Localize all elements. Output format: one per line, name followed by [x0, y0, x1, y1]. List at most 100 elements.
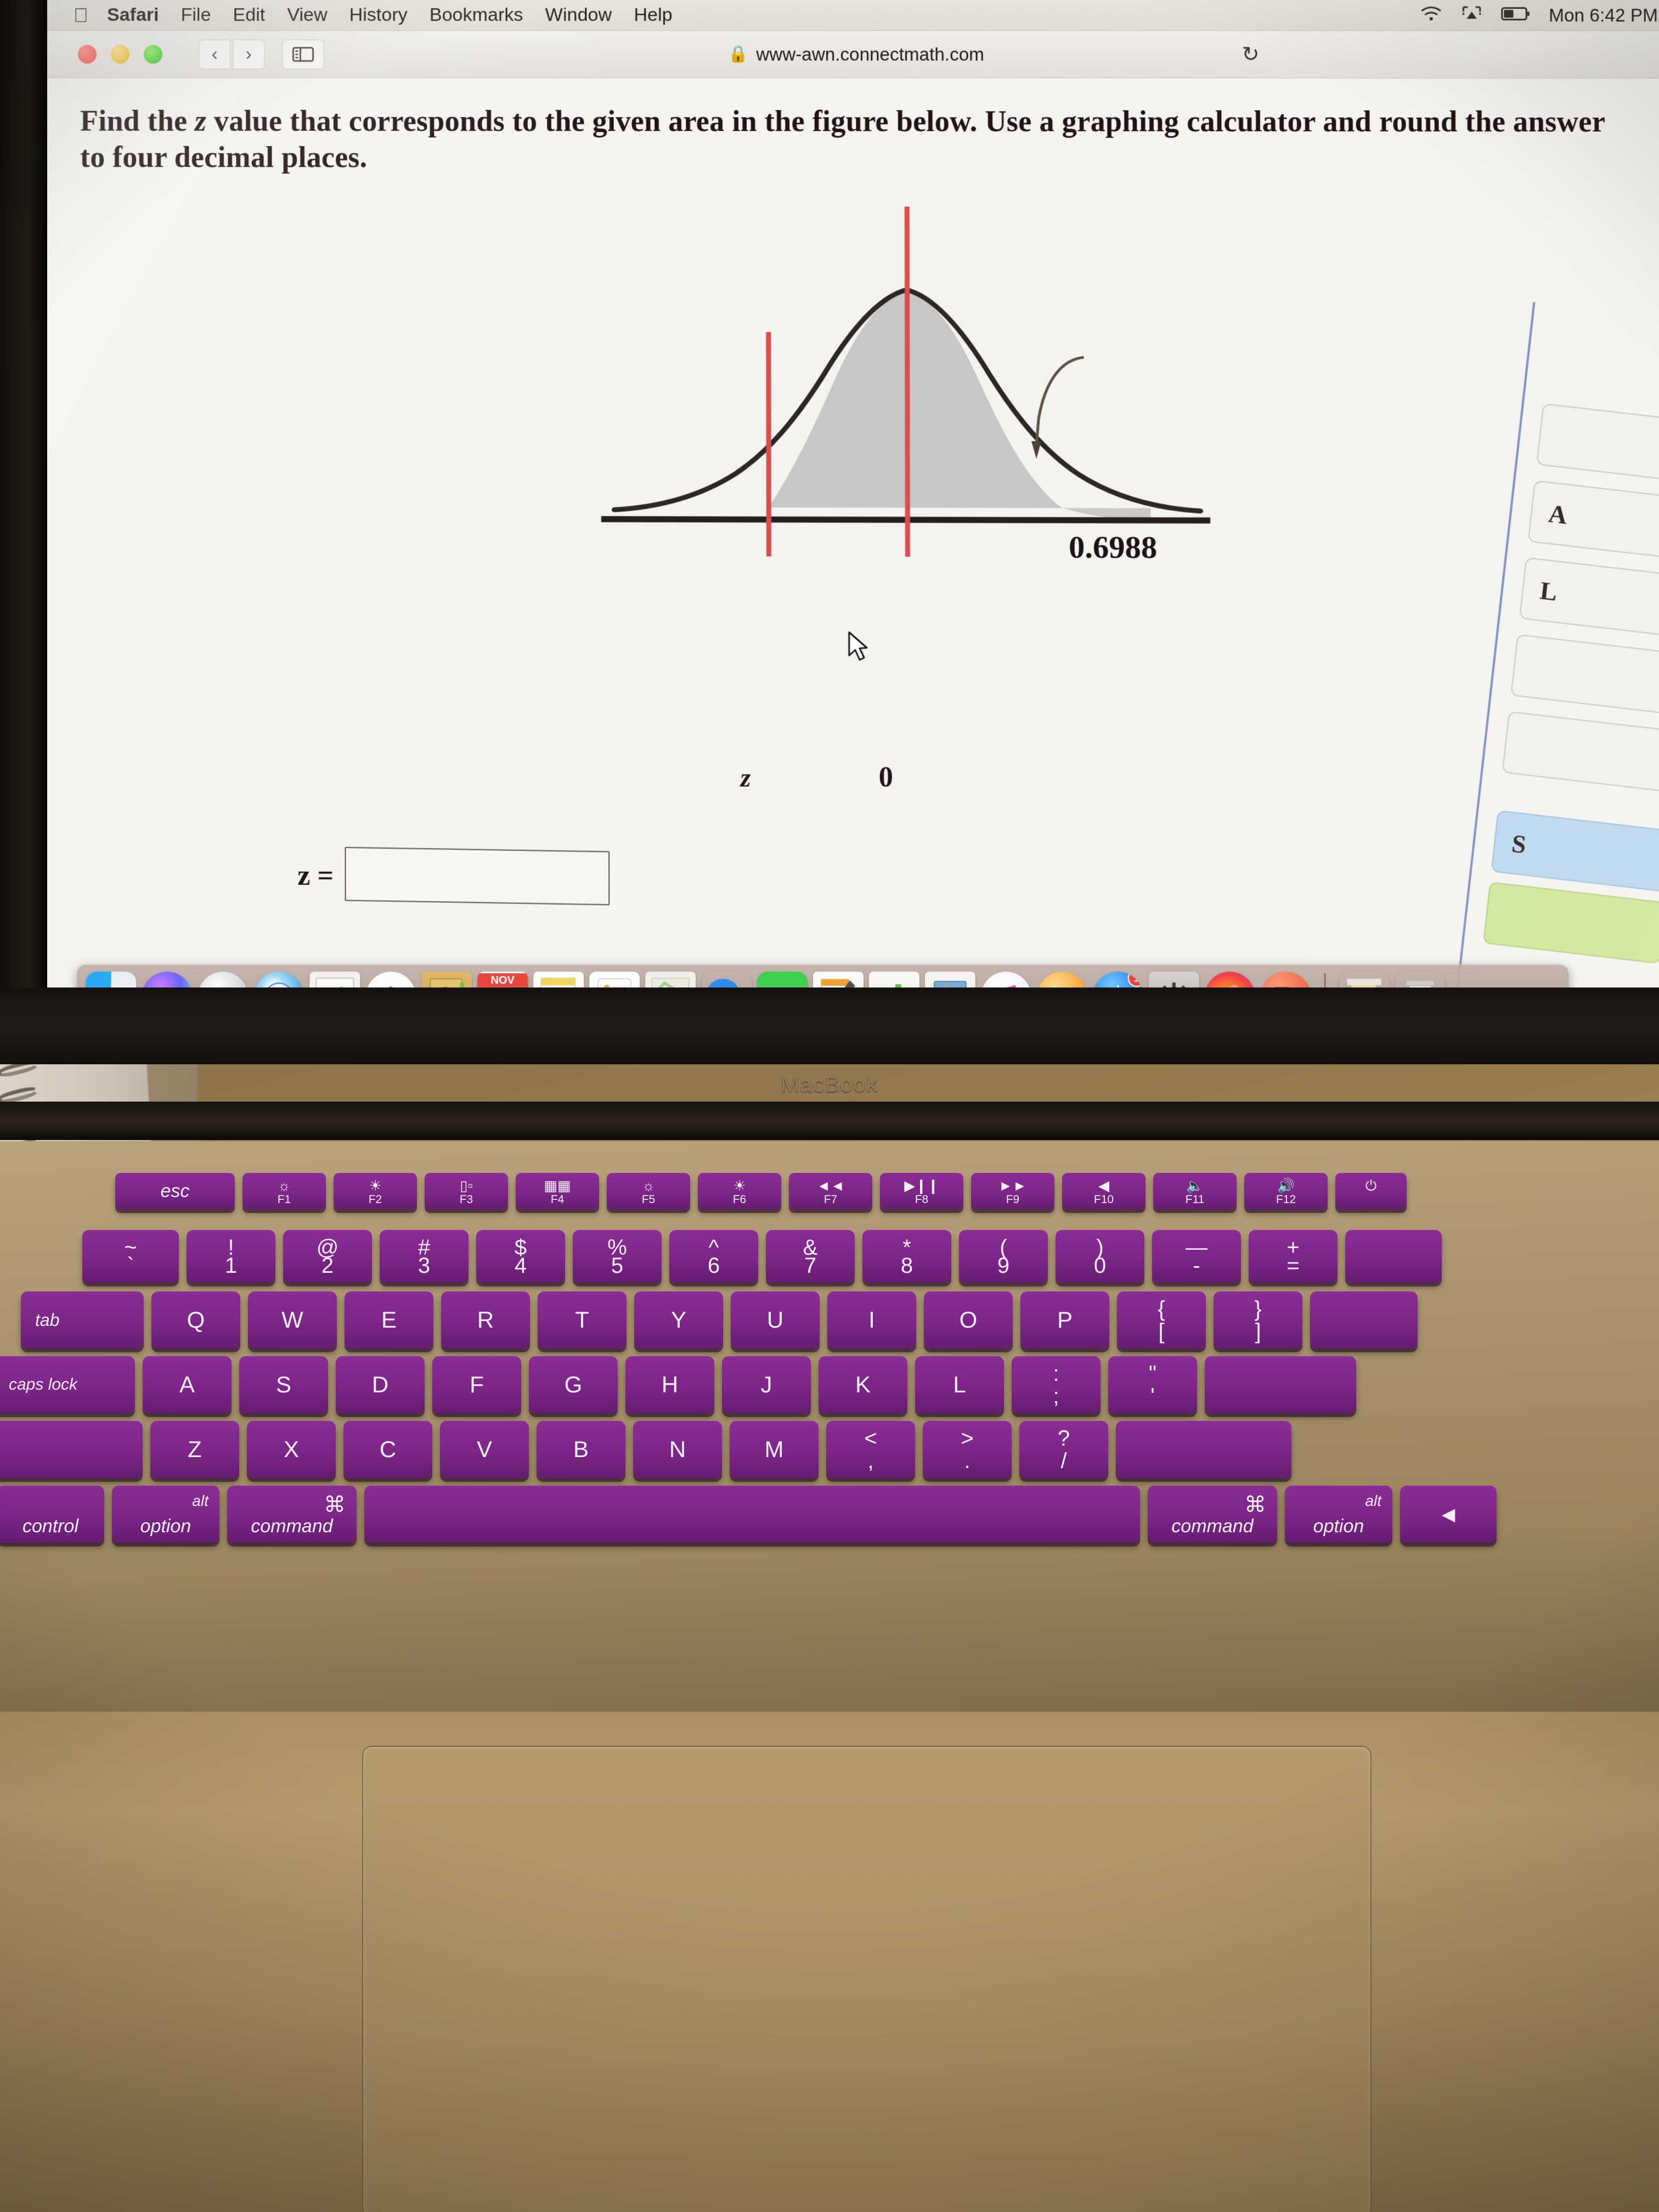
key-delete[interactable]	[1345, 1230, 1442, 1283]
key-i[interactable]: I	[827, 1291, 916, 1348]
menu-item-bookmarks[interactable]: Bookmarks	[430, 4, 523, 26]
key-return[interactable]	[1205, 1356, 1356, 1413]
close-button[interactable]	[78, 44, 97, 64]
key-d[interactable]: D	[336, 1356, 425, 1413]
trackpad[interactable]	[362, 1746, 1372, 2212]
key-space[interactable]	[364, 1486, 1140, 1543]
key-u[interactable]: U	[731, 1291, 820, 1348]
key-6[interactable]: ^ 6	[669, 1230, 758, 1283]
panel-button-1[interactable]	[1536, 403, 1659, 486]
key-comma[interactable]: < ,	[826, 1421, 915, 1478]
key-y[interactable]: Y	[634, 1291, 723, 1348]
key-f2[interactable]: ☀ F2	[334, 1173, 417, 1209]
key-minus[interactable]: — -	[1152, 1230, 1241, 1283]
key-bracket-right[interactable]: } ]	[1214, 1291, 1302, 1348]
key-e[interactable]: E	[345, 1291, 433, 1348]
key-control[interactable]: control	[0, 1486, 104, 1543]
key-f6[interactable]: ☀ F6	[698, 1173, 781, 1209]
key-f4[interactable]: ▦▦ F4	[516, 1173, 599, 1209]
key-f11[interactable]: 🔈 F11	[1153, 1173, 1237, 1209]
address-bar[interactable]: 🔒 www-awn.connectmath.com	[728, 44, 984, 65]
menu-item-edit[interactable]: Edit	[233, 4, 266, 26]
key-f8[interactable]: ▶❙❙ F8	[880, 1173, 963, 1209]
key-f1[interactable]: ☼ F1	[242, 1173, 326, 1209]
key-command-right[interactable]: ⌘ command	[1148, 1486, 1277, 1543]
reload-button[interactable]: ↻	[1242, 42, 1259, 66]
key-f3[interactable]: ▯▫ F3	[425, 1173, 508, 1209]
key-0[interactable]: ) 0	[1056, 1230, 1144, 1283]
battery-icon[interactable]	[1501, 5, 1530, 26]
key-option-left[interactable]: alt option	[112, 1486, 219, 1543]
key-b[interactable]: B	[537, 1421, 625, 1478]
key-f10[interactable]: ◀ F10	[1062, 1173, 1146, 1209]
panel-button-3[interactable]: L	[1519, 557, 1659, 640]
key-8[interactable]: * 8	[862, 1230, 951, 1283]
key-f9[interactable]: ►► F9	[971, 1173, 1054, 1209]
key-option-right[interactable]: alt option	[1285, 1486, 1392, 1543]
menu-item-history[interactable]: History	[349, 4, 408, 26]
zoom-button[interactable]	[144, 44, 163, 64]
panel-button-4[interactable]	[1510, 634, 1659, 716]
key-shift-right[interactable]	[1116, 1421, 1291, 1478]
key-f[interactable]: F	[432, 1356, 521, 1413]
panel-button-7[interactable]	[1482, 881, 1659, 964]
key-bracket-left[interactable]: { [	[1117, 1291, 1206, 1348]
key-9[interactable]: ( 9	[959, 1230, 1048, 1283]
apple-logo-icon[interactable]: 	[74, 4, 88, 27]
key-t[interactable]: T	[538, 1291, 627, 1348]
menu-item-file[interactable]: File	[181, 4, 211, 26]
key-h[interactable]: H	[625, 1356, 714, 1413]
panel-button-6[interactable]: S	[1491, 810, 1659, 893]
key-j[interactable]: J	[722, 1356, 811, 1413]
key-f12[interactable]: 🔊 F12	[1244, 1173, 1328, 1209]
show-sidebar-button[interactable]	[282, 39, 324, 69]
key-backslash[interactable]	[1310, 1291, 1418, 1348]
forward-button[interactable]: ›	[233, 39, 265, 69]
key-power[interactable]: ⏻	[1335, 1173, 1407, 1209]
key-period[interactable]: > .	[923, 1421, 1012, 1478]
menu-bar-clock[interactable]: Mon 6:42 PM	[1549, 5, 1658, 26]
key-g[interactable]: G	[529, 1356, 618, 1413]
key-a[interactable]: A	[143, 1356, 232, 1413]
minimize-button[interactable]	[111, 44, 130, 64]
key-2[interactable]: @ 2	[283, 1230, 372, 1283]
back-button[interactable]: ‹	[199, 39, 231, 69]
menu-item-safari[interactable]: Safari	[107, 4, 159, 26]
wifi-icon[interactable]	[1420, 5, 1442, 26]
key-4[interactable]: $ 4	[476, 1230, 565, 1283]
airplay-icon[interactable]	[1461, 5, 1482, 26]
key-command-left[interactable]: ⌘ command	[227, 1486, 357, 1543]
key-z[interactable]: Z	[150, 1421, 239, 1478]
key-7[interactable]: & 7	[766, 1230, 855, 1283]
key-1[interactable]: ! 1	[187, 1230, 275, 1283]
key-tab[interactable]: tab	[21, 1291, 144, 1348]
key-arrow-left[interactable]: ◀	[1400, 1486, 1497, 1543]
key-slash[interactable]: ? /	[1019, 1421, 1108, 1478]
key-l[interactable]: L	[915, 1356, 1004, 1413]
key-w[interactable]: W	[248, 1291, 337, 1348]
menu-item-view[interactable]: View	[287, 4, 327, 26]
key-f7[interactable]: ◄◄ F7	[789, 1173, 872, 1209]
menu-item-window[interactable]: Window	[545, 4, 612, 26]
key-caps-lock[interactable]: caps lock	[0, 1356, 135, 1413]
key-o[interactable]: O	[924, 1291, 1013, 1348]
panel-button-5[interactable]	[1502, 711, 1659, 794]
key-equals[interactable]: + =	[1249, 1230, 1338, 1283]
key-backtick[interactable]: ~ `	[82, 1230, 179, 1283]
key-quote[interactable]: " '	[1108, 1356, 1197, 1413]
menu-item-help[interactable]: Help	[634, 4, 672, 26]
key-s[interactable]: S	[239, 1356, 328, 1413]
key-n[interactable]: N	[633, 1421, 722, 1478]
panel-button-2[interactable]: A	[1527, 480, 1659, 562]
key-shift-left[interactable]	[0, 1421, 143, 1478]
key-p[interactable]: P	[1020, 1291, 1109, 1348]
key-x[interactable]: X	[247, 1421, 336, 1478]
key-semicolon[interactable]: : ;	[1012, 1356, 1101, 1413]
key-k[interactable]: K	[819, 1356, 907, 1413]
key-r[interactable]: R	[441, 1291, 530, 1348]
key-esc[interactable]: esc	[115, 1173, 235, 1209]
key-f5[interactable]: ☼ F5	[607, 1173, 690, 1209]
key-v[interactable]: V	[440, 1421, 529, 1478]
key-m[interactable]: M	[730, 1421, 819, 1478]
answer-input[interactable]	[345, 847, 610, 906]
